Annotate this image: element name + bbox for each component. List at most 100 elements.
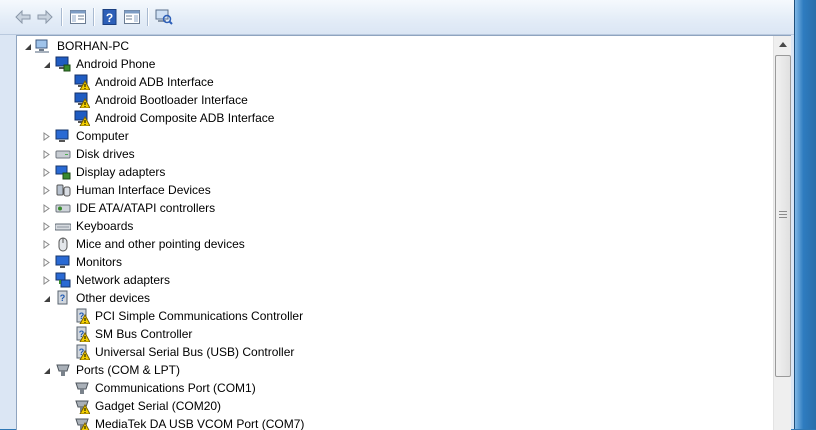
console-tree-icon [70, 10, 86, 24]
back-button[interactable] [13, 7, 33, 27]
svg-text:?: ? [106, 11, 113, 25]
warning-device-icon [74, 92, 91, 109]
tree-node[interactable]: BORHAN-PC [17, 37, 757, 55]
tree-node-label: Computer [76, 129, 129, 143]
tree-node-label: Human Interface Devices [76, 183, 211, 197]
device-manager-window: ? BORHAN-PC Android Phone Android ADB Inte… [0, 0, 795, 430]
tree-node[interactable]: ? Other devices [17, 289, 757, 307]
help-icon: ? [102, 9, 117, 25]
unknown-device-warning-icon: ? [74, 308, 91, 325]
expand-triangle-icon[interactable] [42, 168, 51, 177]
tree-node-label: BORHAN-PC [57, 39, 130, 53]
desktop-background [795, 0, 816, 429]
expand-triangle-icon[interactable] [42, 240, 51, 249]
collapse-triangle-icon[interactable] [42, 366, 51, 375]
tree-node[interactable]: Computer [17, 127, 757, 145]
forward-button[interactable] [35, 7, 55, 27]
port-warning-icon [74, 416, 90, 430]
tree-node[interactable]: Mice and other pointing devices [17, 235, 757, 253]
tree-node[interactable]: Communications Port (COM1) [17, 379, 757, 397]
tree-node-label: Universal Serial Bus (USB) Controller [95, 345, 295, 359]
tree-node-label: Communications Port (COM1) [95, 381, 256, 395]
keyboard-icon [54, 218, 72, 234]
tree-node[interactable]: ? Universal Serial Bus (USB) Controller [17, 343, 757, 361]
warning-device-icon [74, 74, 91, 91]
tree-node[interactable]: Human Interface Devices [17, 181, 757, 199]
tree-node[interactable]: Ports (COM & LPT) [17, 361, 757, 379]
other-devices-icon: ? [55, 290, 71, 306]
tree-node[interactable]: ? PCI Simple Communications Controller [17, 307, 757, 325]
disk-drive-icon [55, 146, 71, 162]
tree-node-label: Network adapters [76, 273, 171, 287]
tree-node[interactable]: Monitors [17, 253, 757, 271]
collapse-triangle-icon[interactable] [42, 60, 51, 69]
properties-pane-button[interactable] [122, 7, 142, 27]
unknown-device-warning-icon: ? [74, 326, 91, 343]
monitor-icon [55, 254, 71, 270]
svg-text:?: ? [60, 293, 66, 303]
tree-node-label: SM Bus Controller [95, 327, 193, 341]
device-tree-panel: BORHAN-PC Android Phone Android ADB Interf… [16, 35, 791, 430]
tree-node[interactable]: Display adapters [17, 163, 757, 181]
tree-node[interactable]: IDE ATA/ATAPI controllers [17, 199, 757, 217]
toolbar-separator [93, 8, 94, 26]
tree-node[interactable]: Android Bootloader Interface [17, 91, 757, 109]
tree-node-label: Android Phone [76, 57, 156, 71]
tree-node-label: Mice and other pointing devices [76, 237, 245, 251]
scan-hardware-icon [155, 9, 173, 25]
scroll-up-button[interactable] [774, 36, 791, 53]
tree-node[interactable]: Android Phone [17, 55, 757, 73]
android-phone-icon [55, 56, 71, 72]
toolbar-separator [61, 8, 62, 26]
forward-arrow-icon [37, 10, 53, 24]
tree-node-label: Keyboards [76, 219, 134, 233]
tree-node-label: MediaTek DA USB VCOM Port (COM7) [95, 417, 305, 430]
tree-node-label: Monitors [76, 255, 123, 269]
display-adapter-icon [55, 164, 71, 180]
tree-node-label: Display adapters [76, 165, 166, 179]
tree-node[interactable]: Keyboards [17, 217, 757, 235]
ide-controller-icon [55, 200, 71, 216]
port-icon [55, 362, 71, 378]
expand-triangle-icon[interactable] [42, 204, 51, 213]
computer-root-icon [35, 38, 51, 54]
tree-node[interactable]: Network adapters [17, 271, 757, 289]
expand-triangle-icon[interactable] [42, 276, 51, 285]
scrollbar-grip-icon [779, 211, 787, 220]
expand-triangle-icon[interactable] [42, 132, 51, 141]
back-arrow-icon [15, 10, 31, 24]
hid-icon [55, 182, 71, 198]
properties-icon [124, 10, 140, 24]
scrollbar-thumb[interactable] [775, 55, 791, 377]
expand-triangle-icon[interactable] [42, 258, 51, 267]
tree-node[interactable]: ? SM Bus Controller [17, 325, 757, 343]
tree-node-label: Android ADB Interface [95, 75, 214, 89]
tree-node[interactable]: Disk drives [17, 145, 757, 163]
tree-node-label: Android Bootloader Interface [95, 93, 248, 107]
expand-triangle-icon[interactable] [42, 186, 51, 195]
network-adapter-icon [55, 272, 71, 288]
port-warning-icon [74, 398, 91, 415]
collapse-triangle-icon[interactable] [23, 42, 32, 51]
help-button[interactable]: ? [100, 7, 120, 27]
tree-node-label: Ports (COM & LPT) [76, 363, 181, 377]
tree-node[interactable]: Android ADB Interface [17, 73, 757, 91]
tree-node[interactable]: Android Composite ADB Interface [17, 109, 757, 127]
tree-node[interactable]: MediaTek DA USB VCOM Port (COM7) [17, 415, 757, 430]
expand-triangle-icon[interactable] [42, 150, 51, 159]
show-hide-console-tree-button[interactable] [68, 7, 88, 27]
tree-node-label: PCI Simple Communications Controller [95, 309, 304, 323]
tree-node-label: Other devices [76, 291, 151, 305]
tree-node-label: Gadget Serial (COM20) [95, 399, 222, 413]
toolbar-separator [147, 8, 148, 26]
scroll-up-arrow-icon [778, 42, 787, 47]
scan-hardware-button[interactable] [154, 7, 174, 27]
warning-device-icon [74, 110, 91, 127]
vertical-scrollbar[interactable] [773, 36, 791, 430]
toolbar: ? [0, 0, 794, 35]
tree-node-label: Disk drives [76, 147, 135, 161]
tree-node[interactable]: Gadget Serial (COM20) [17, 397, 757, 415]
mouse-icon [55, 236, 71, 252]
expand-triangle-icon[interactable] [42, 222, 51, 231]
collapse-triangle-icon[interactable] [42, 294, 51, 303]
